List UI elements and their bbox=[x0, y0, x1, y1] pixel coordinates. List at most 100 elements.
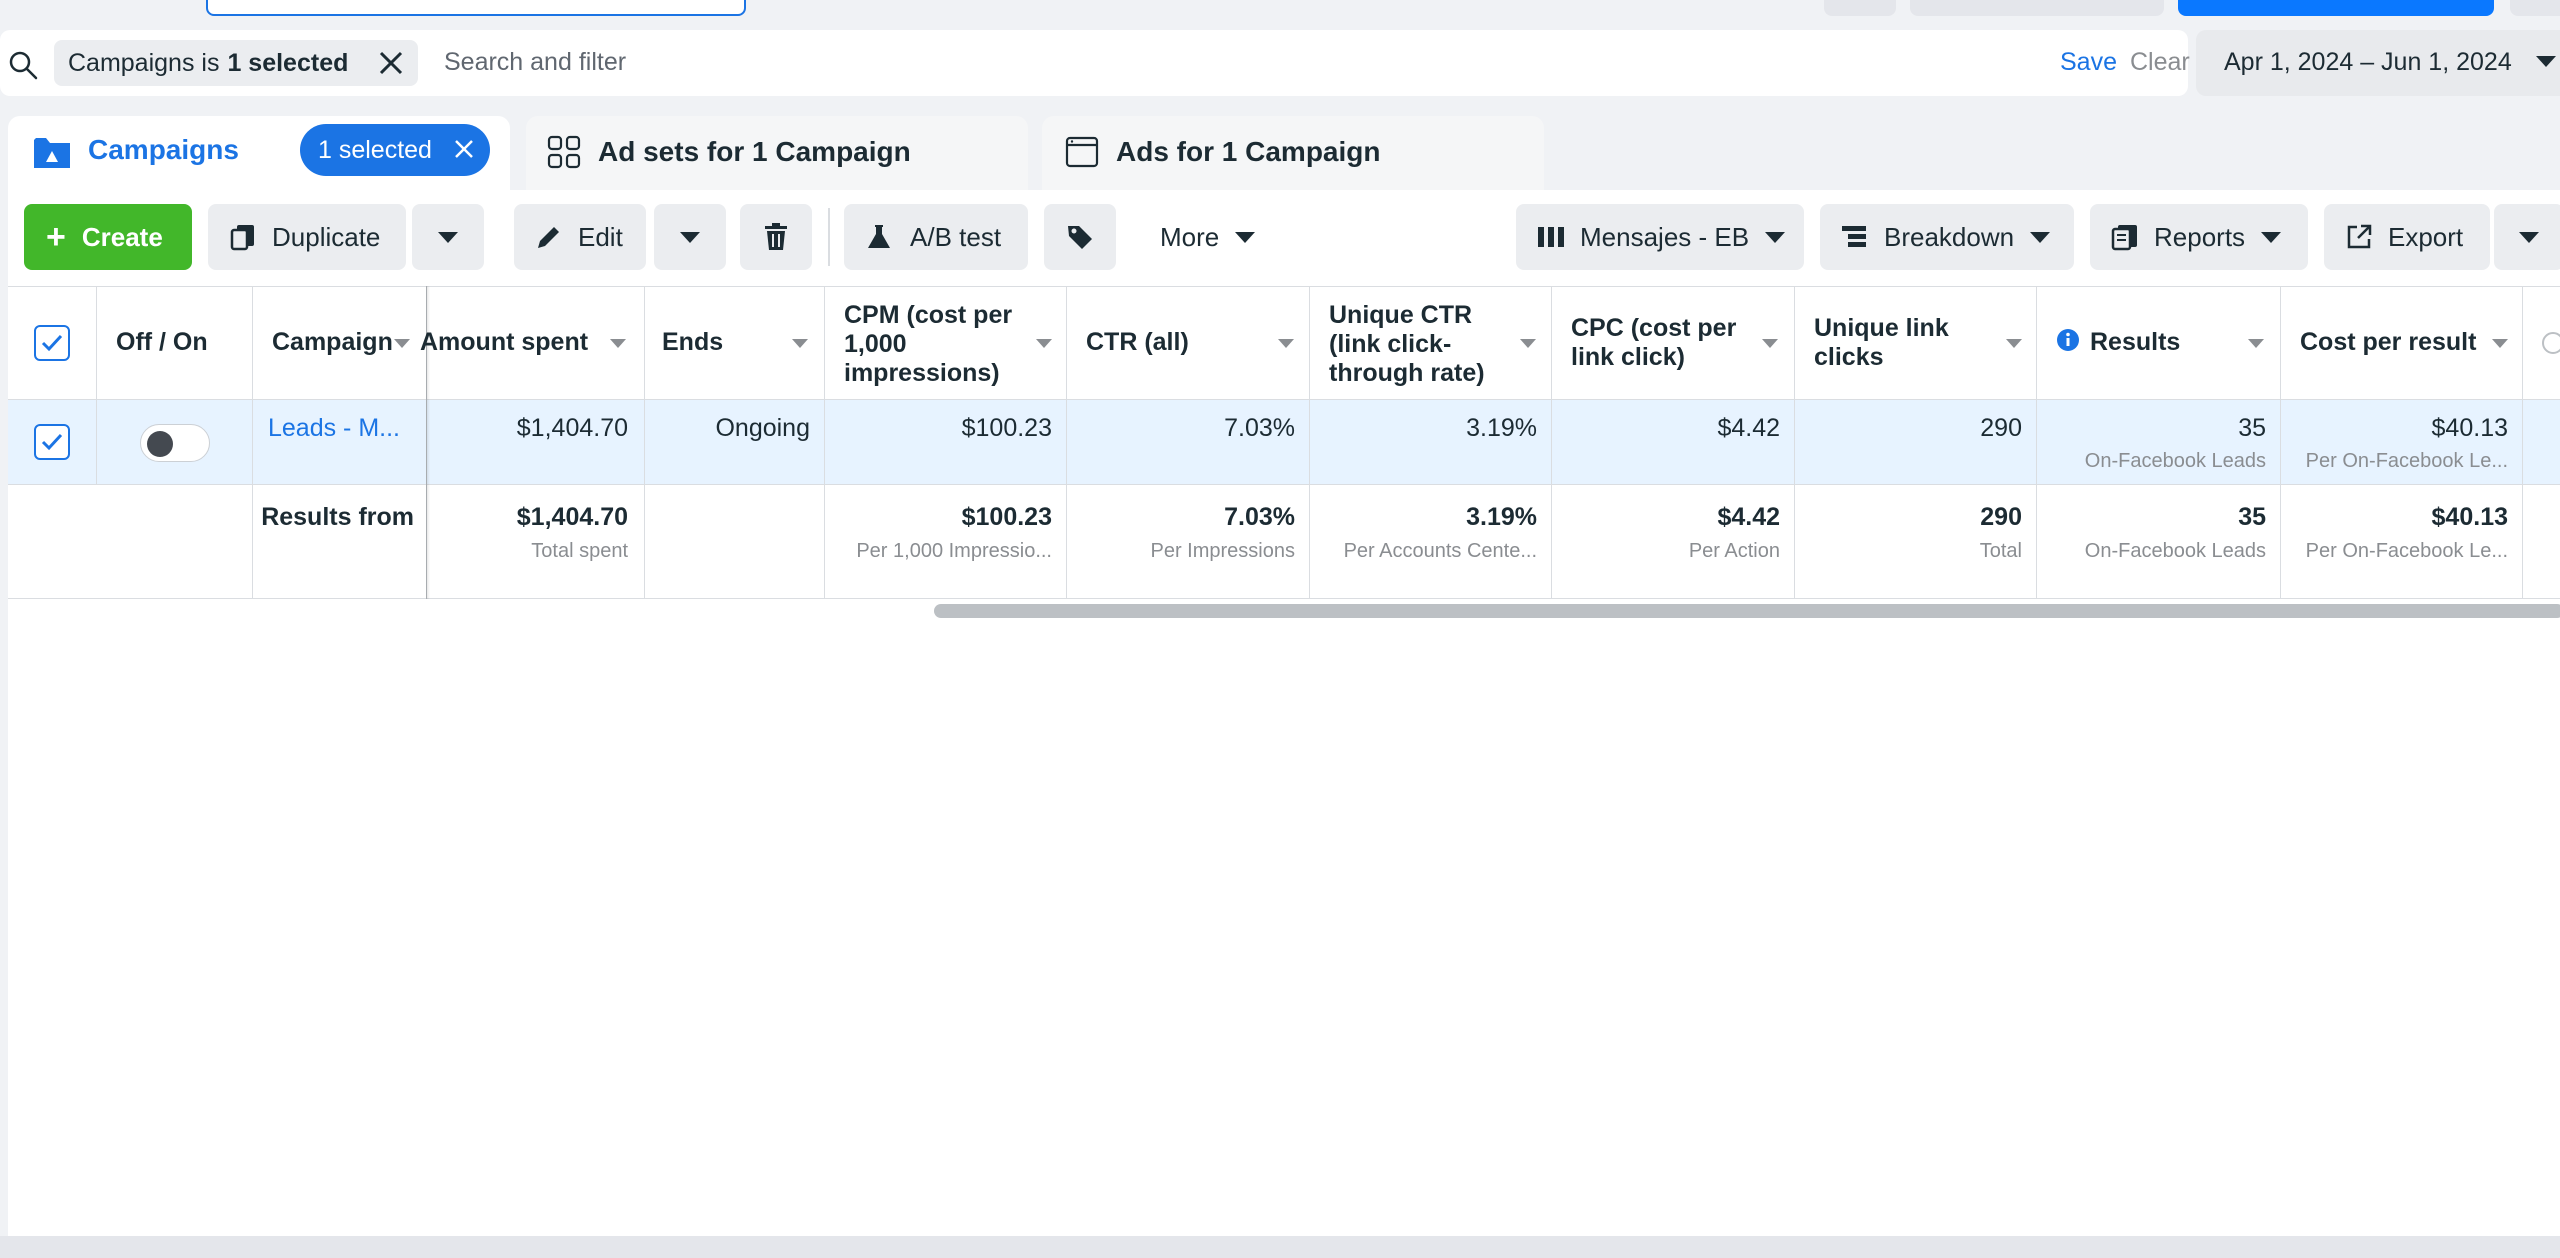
top-primary-button[interactable] bbox=[2178, 0, 2494, 16]
create-button[interactable]: + Create bbox=[24, 204, 192, 270]
create-button-label: Create bbox=[81, 221, 163, 252]
campaign-name-input[interactable] bbox=[206, 0, 746, 16]
reports-button-label: Reports bbox=[2154, 221, 2246, 252]
add-column-icon[interactable] bbox=[2542, 332, 2560, 354]
sort-icon[interactable] bbox=[1762, 339, 1778, 348]
search-icon[interactable] bbox=[8, 50, 38, 80]
duplicate-button[interactable]: Duplicate bbox=[208, 204, 406, 270]
cell-ends: Ongoing bbox=[715, 414, 810, 442]
tab-ads-label: Ads for 1 Campaign bbox=[1116, 136, 1381, 167]
plus-icon: + bbox=[46, 218, 66, 256]
edit-dropdown-button[interactable] bbox=[654, 204, 726, 270]
top-icon-button[interactable] bbox=[1824, 0, 1896, 16]
ab-test-button[interactable]: A/B test bbox=[844, 204, 1028, 270]
campaign-toggle[interactable] bbox=[140, 424, 210, 462]
sort-icon[interactable] bbox=[792, 339, 808, 348]
column-divider bbox=[96, 286, 97, 485]
chevron-down-icon bbox=[2536, 56, 2556, 67]
breakdown-button-label: Breakdown bbox=[1884, 221, 2015, 252]
pencil-icon bbox=[538, 227, 559, 248]
header-cpm[interactable]: CPM (cost per 1,000 impressions) bbox=[844, 301, 1044, 388]
sort-icon[interactable] bbox=[394, 339, 410, 348]
row-checkbox[interactable] bbox=[34, 424, 70, 460]
tab-ad-sets-label: Ad sets for 1 Campaign bbox=[598, 136, 911, 167]
more-button-label: More bbox=[1160, 221, 1220, 252]
close-icon[interactable] bbox=[452, 137, 476, 161]
sort-icon[interactable] bbox=[2492, 339, 2508, 348]
campaign-name-link[interactable]: Leads - M... bbox=[268, 414, 400, 443]
cell-amount-spent: $1,404.70 bbox=[516, 414, 628, 442]
header-ctr-all[interactable]: CTR (all) bbox=[1086, 328, 1189, 357]
column-divider bbox=[1551, 286, 1552, 599]
cell-cpc: $4.42 bbox=[1717, 414, 1780, 442]
campaign-folder-icon bbox=[34, 138, 70, 168]
sort-icon[interactable] bbox=[1520, 339, 1536, 348]
total-results: 35 bbox=[2238, 503, 2266, 531]
header-amount-spent[interactable]: Amount spent bbox=[420, 328, 588, 357]
grid-icon bbox=[547, 135, 581, 169]
sort-icon[interactable] bbox=[1278, 339, 1294, 348]
header-cpc[interactable]: CPC (cost per link click) bbox=[1571, 314, 1771, 372]
sort-icon[interactable] bbox=[2006, 339, 2022, 348]
top-secondary-button[interactable] bbox=[1910, 0, 2164, 16]
ad-frame-icon bbox=[1065, 136, 1099, 168]
columns-preset-button[interactable]: Mensajes - EB bbox=[1516, 204, 1804, 270]
edit-button-label: Edit bbox=[578, 221, 623, 252]
info-icon[interactable] bbox=[2056, 328, 2080, 352]
delete-button[interactable] bbox=[740, 204, 812, 270]
more-button[interactable]: More bbox=[1140, 204, 1272, 270]
sort-icon[interactable] bbox=[2248, 339, 2264, 348]
reports-button[interactable]: Reports bbox=[2090, 204, 2308, 270]
total-results-sub: On-Facebook Leads bbox=[2084, 540, 2266, 562]
export-button[interactable]: Export bbox=[2324, 204, 2490, 270]
select-all-checkbox[interactable] bbox=[34, 325, 70, 361]
total-ctr-all-sub: Per Impressions bbox=[1150, 540, 1296, 562]
sort-icon[interactable] bbox=[610, 339, 626, 348]
selected-pill-label: 1 selected bbox=[318, 135, 432, 164]
header-results[interactable]: Results bbox=[2090, 328, 2180, 357]
checkmark-icon bbox=[41, 433, 63, 451]
filter-chip-prefix: Campaigns is bbox=[68, 48, 220, 77]
export-button-label: Export bbox=[2388, 221, 2464, 252]
trash-icon bbox=[765, 223, 787, 250]
search-input[interactable]: Search and filter bbox=[444, 48, 626, 77]
chevron-down-icon bbox=[2030, 231, 2051, 243]
edit-button[interactable]: Edit bbox=[514, 204, 646, 270]
horizontal-scrollbar[interactable] bbox=[934, 604, 2560, 618]
duplicate-dropdown-button[interactable] bbox=[412, 204, 484, 270]
date-range-label: Apr 1, 2024 – Jun 1, 2024 bbox=[2224, 48, 2512, 76]
tag-button[interactable] bbox=[1044, 204, 1116, 270]
header-unique-ctr[interactable]: Unique CTR (link click-through rate) bbox=[1329, 301, 1529, 388]
checkmark-icon bbox=[41, 334, 63, 352]
header-unique-link-clicks[interactable]: Unique link clicks bbox=[1814, 314, 1974, 372]
column-divider bbox=[1309, 286, 1310, 599]
export-dropdown-button[interactable] bbox=[2494, 204, 2560, 270]
cell-results-sub: On-Facebook Leads bbox=[2084, 450, 2266, 472]
sort-icon[interactable] bbox=[1036, 339, 1052, 348]
column-divider bbox=[1794, 286, 1795, 599]
save-filter-link[interactable]: Save bbox=[2060, 48, 2117, 77]
chevron-down-icon bbox=[1765, 231, 1786, 243]
header-ends[interactable]: Ends bbox=[662, 328, 723, 357]
flask-icon bbox=[868, 225, 890, 248]
cell-cpm: $100.23 bbox=[961, 414, 1052, 442]
breakdown-button[interactable]: Breakdown bbox=[1820, 204, 2074, 270]
tab-campaigns-label: Campaigns bbox=[88, 134, 239, 165]
filter-chip[interactable]: Campaigns is 1 selected bbox=[54, 40, 418, 86]
clear-filter-link[interactable]: Clear bbox=[2130, 48, 2190, 77]
chevron-down-icon bbox=[2519, 231, 2539, 243]
total-unique-link-clicks: 290 bbox=[1980, 503, 2022, 531]
cell-ctr-all: 7.03% bbox=[1224, 414, 1295, 442]
total-ctr-all: 7.03% bbox=[1224, 503, 1295, 531]
top-overflow-button[interactable] bbox=[2510, 0, 2560, 16]
total-cost-per-result-sub: Per On-Facebook Le... bbox=[2305, 540, 2508, 562]
total-cost-per-result: $40.13 bbox=[2431, 503, 2508, 531]
cell-results: 35 bbox=[2238, 414, 2266, 442]
toggle-knob bbox=[147, 431, 173, 457]
header-off-on[interactable]: Off / On bbox=[116, 328, 208, 357]
header-cost-per-result[interactable]: Cost per result bbox=[2300, 328, 2476, 357]
column-divider bbox=[252, 286, 253, 599]
total-amount-spent: $1,404.70 bbox=[516, 503, 628, 531]
close-icon[interactable] bbox=[376, 48, 406, 78]
total-cpm: $100.23 bbox=[961, 503, 1052, 531]
